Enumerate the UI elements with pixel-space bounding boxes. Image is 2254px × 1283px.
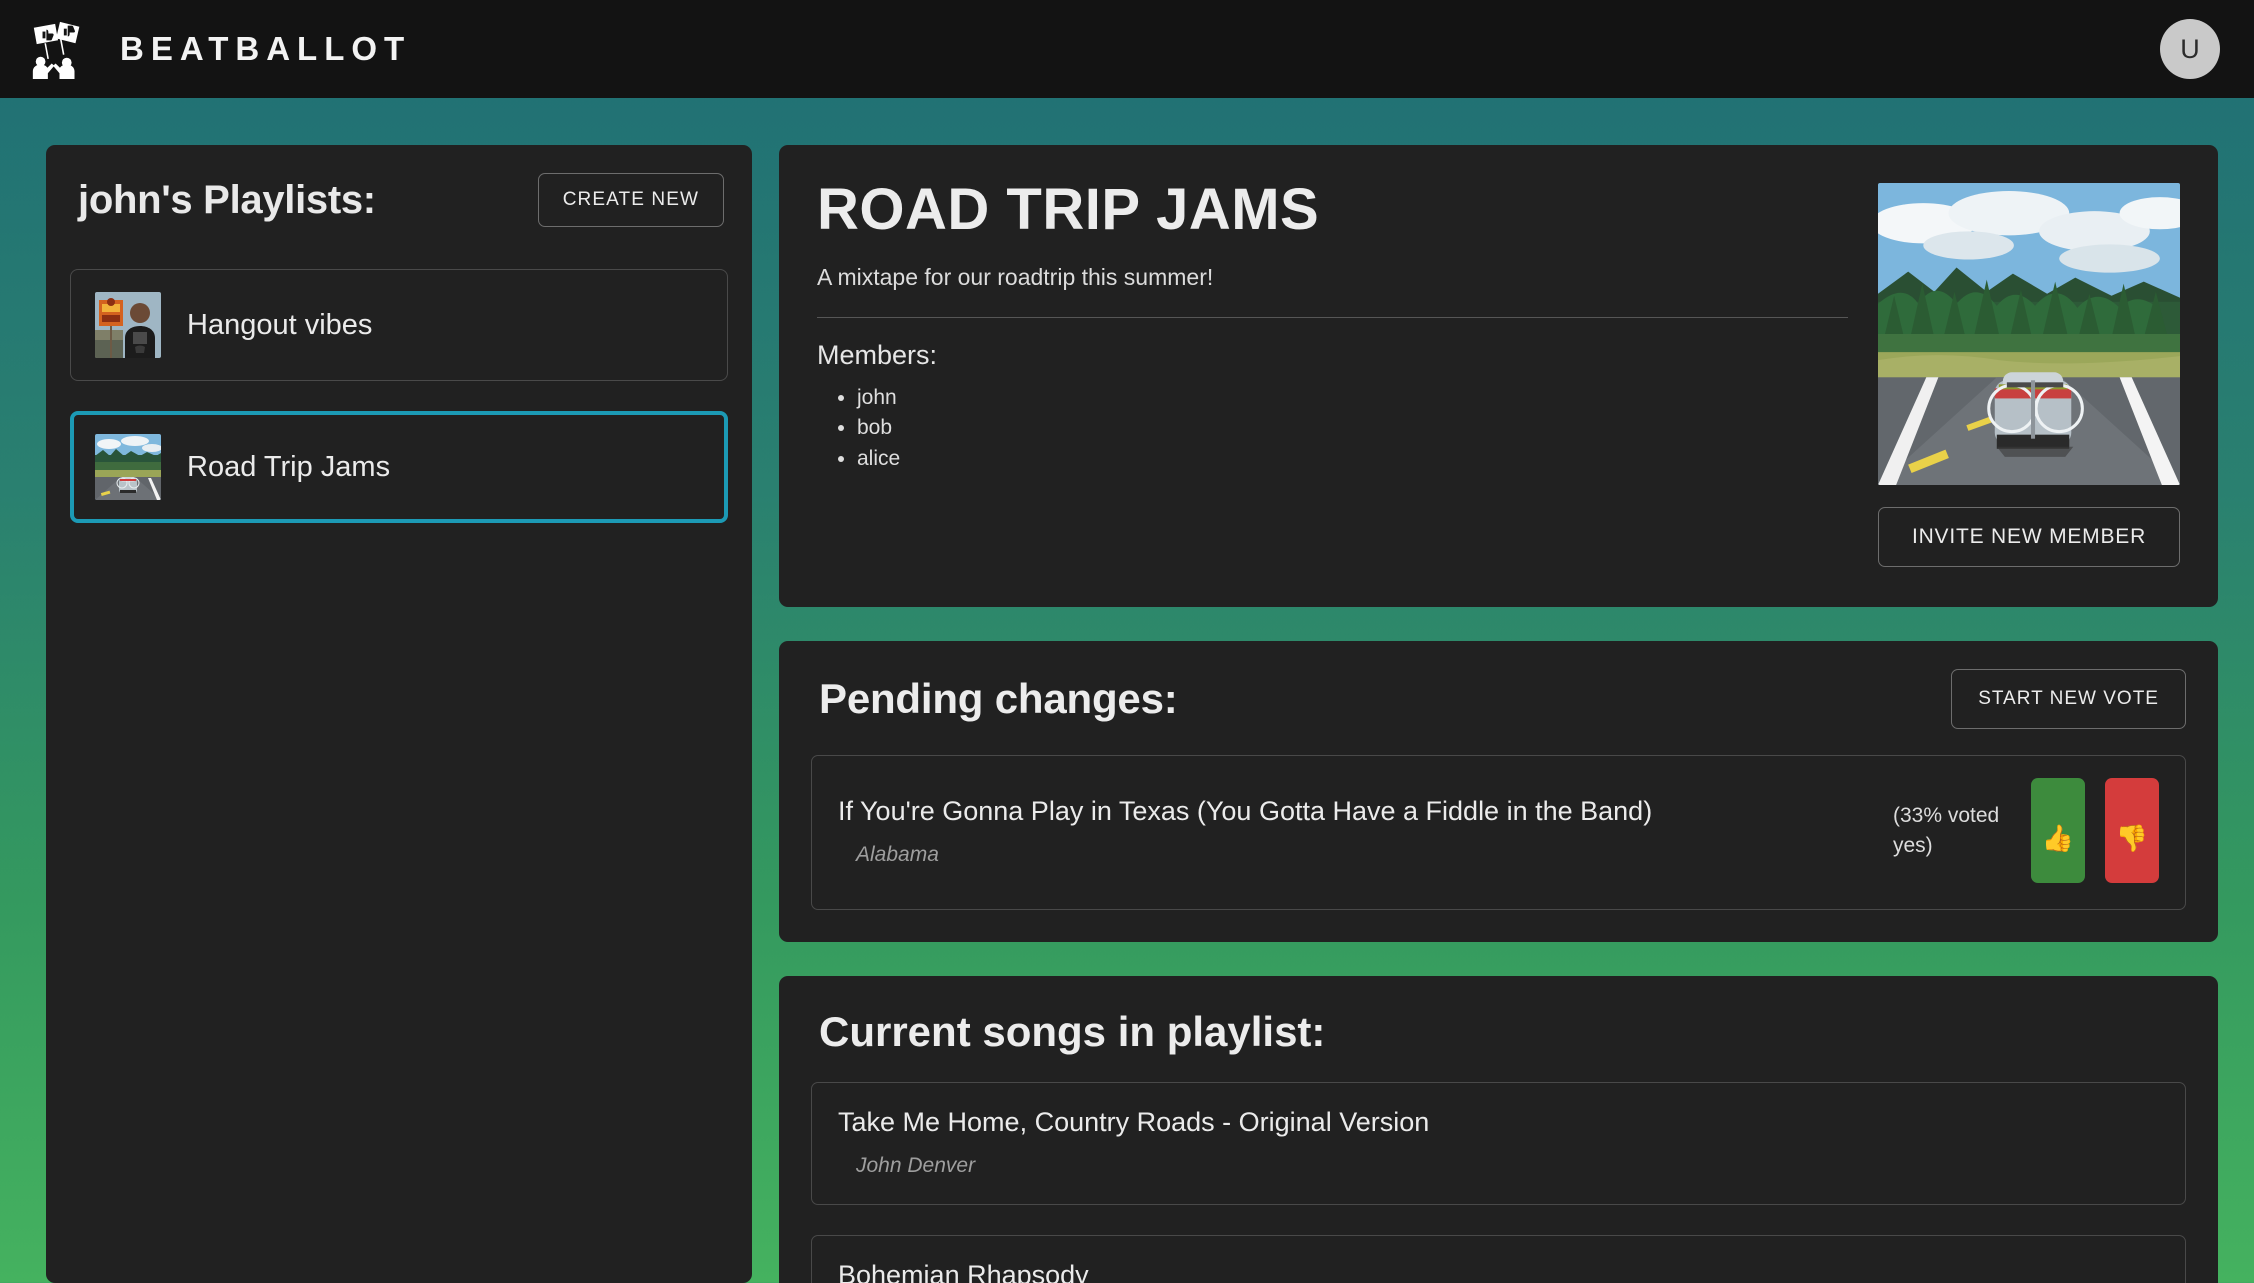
brand[interactable]: BEATBALLOT	[28, 18, 411, 80]
sidebar-item-road-trip-jams[interactable]: Road Trip Jams	[70, 411, 728, 523]
top-navbar: BEATBALLOT U	[0, 0, 2254, 98]
playlist-name: Hangout vibes	[187, 309, 372, 342]
vote-buttons: 👍 👎	[2031, 778, 2159, 883]
divider	[817, 317, 1848, 318]
vote-status-text: (33% voted yes)	[1893, 801, 2011, 860]
list-item: alice	[857, 444, 1848, 474]
thumbs-down-icon[interactable]: 👎	[2105, 778, 2159, 883]
page-title: ROAD TRIP JAMS	[817, 177, 1848, 244]
playlist-name: Road Trip Jams	[187, 451, 390, 484]
pending-changes-panel: Pending changes: START NEW VOTE If You'r…	[779, 641, 2218, 942]
list-item: bob	[857, 413, 1848, 443]
pending-changes-header: Pending changes: START NEW VOTE	[811, 669, 2186, 729]
members-list: john bob alice	[817, 383, 1848, 474]
voting-hands-signs-icon	[28, 18, 90, 80]
playlist-cover-area: INVITE NEW MEMBER	[1878, 177, 2180, 567]
sidebar: john's Playlists: CREATE NEW Hangout vib…	[46, 145, 752, 1283]
playlist-header-info: ROAD TRIP JAMS A mixtape for our roadtri…	[817, 177, 1848, 567]
pending-change-row: If You're Gonna Play in Texas (You Gotta…	[811, 755, 2186, 910]
playlist-thumbnail-icon	[95, 434, 161, 500]
list-item: john	[857, 383, 1848, 413]
thumbs-up-icon[interactable]: 👍	[2031, 778, 2085, 883]
sidebar-title: john's Playlists:	[78, 178, 376, 223]
playlist-description: A mixtape for our roadtrip this summer!	[817, 264, 1848, 291]
main-column: ROAD TRIP JAMS A mixtape for our roadtri…	[779, 145, 2218, 1283]
page-body: john's Playlists: CREATE NEW Hangout vib…	[0, 98, 2254, 1283]
sidebar-item-hangout-vibes[interactable]: Hangout vibes	[70, 269, 728, 381]
current-songs-panel: Current songs in playlist: Take Me Home,…	[779, 976, 2218, 1283]
song-row[interactable]: Bohemian Rhapsody Queen	[811, 1235, 2186, 1283]
song-title: Take Me Home, Country Roads - Original V…	[838, 1105, 2159, 1140]
pending-changes-title: Pending changes:	[819, 675, 1178, 723]
playlist-cover-image	[1878, 183, 2180, 485]
start-new-vote-button[interactable]: START NEW VOTE	[1951, 669, 2186, 729]
members-label: Members:	[817, 340, 1848, 371]
current-songs-title: Current songs in playlist:	[819, 1008, 2186, 1056]
brand-name: BEATBALLOT	[120, 30, 411, 68]
song-artist: John Denver	[838, 1154, 2159, 1178]
song-title: Bohemian Rhapsody	[838, 1258, 2159, 1283]
avatar[interactable]: U	[2160, 19, 2220, 79]
song-title: If You're Gonna Play in Texas (You Gotta…	[838, 794, 1873, 829]
sidebar-header: john's Playlists: CREATE NEW	[70, 167, 728, 231]
song-row[interactable]: Take Me Home, Country Roads - Original V…	[811, 1082, 2186, 1205]
create-new-playlist-button[interactable]: CREATE NEW	[538, 173, 724, 227]
playlist-header-panel: ROAD TRIP JAMS A mixtape for our roadtri…	[779, 145, 2218, 607]
pending-change-text: If You're Gonna Play in Texas (You Gotta…	[838, 794, 1873, 867]
playlist-thumbnail-icon	[95, 292, 161, 358]
invite-new-member-button[interactable]: INVITE NEW MEMBER	[1878, 507, 2180, 567]
song-artist: Alabama	[838, 843, 1873, 867]
